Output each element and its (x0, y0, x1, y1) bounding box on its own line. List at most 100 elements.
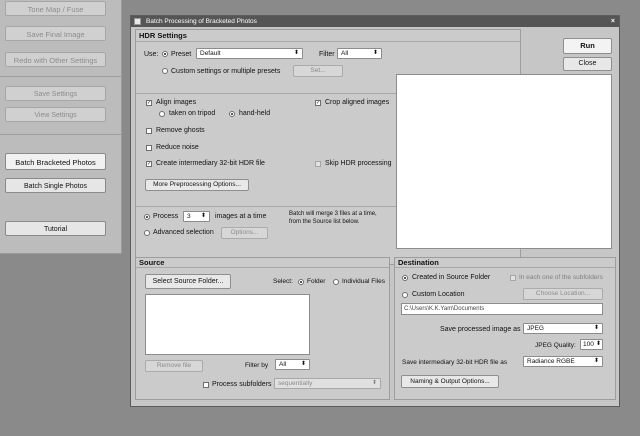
set-button[interactable]: Set... (293, 65, 343, 77)
create-32bit-label: Create intermediary 32-bit HDR file (156, 160, 265, 167)
taken-on-tripod-label: taken on tripod (169, 110, 216, 117)
folder-radio[interactable] (298, 279, 304, 285)
save-final-image-button[interactable]: Save Final Image (5, 26, 106, 41)
dialog-title: Batch Processing of Bracketed Photos (146, 18, 257, 25)
destination-path-field[interactable]: C:\Users\K.K.Yam\Documents (401, 303, 603, 315)
more-preprocessing-button[interactable]: More Preprocessing Options... (145, 179, 249, 191)
left-panel: Tone Map / Fuse Save Final Image Redo wi… (0, 0, 122, 254)
jpeg-quality-label: JPEG Quality: (535, 342, 576, 349)
jpeg-quality-value: 100 (583, 341, 594, 348)
advanced-selection-label: Advanced selection (153, 229, 214, 236)
crop-aligned-label: Crop aligned images (325, 99, 390, 106)
hand-held-label: hand-held (239, 110, 271, 117)
source-section: Source Select Source Folder... Select: F… (135, 257, 390, 400)
select-arrows-icon: ⬍ (372, 50, 378, 56)
select-arrows-icon: ⬍ (293, 50, 299, 56)
select-label: Select: (273, 278, 293, 285)
close-button[interactable]: Close (563, 57, 612, 71)
destination-heading: Destination (398, 258, 439, 267)
save-processed-select[interactable]: JPEG ⬍ (523, 323, 603, 334)
save-processed-value: JPEG (527, 325, 544, 332)
reduce-noise-label: Reduce noise (156, 144, 199, 151)
divider (136, 41, 520, 42)
filter-value: All (341, 50, 349, 57)
process-count-select[interactable]: 3 ⬍ (183, 211, 210, 222)
tone-map-fuse-button[interactable]: Tone Map / Fuse (5, 1, 106, 16)
hand-held-radio[interactable] (229, 111, 235, 117)
select-arrows-icon: ⬍ (300, 361, 306, 367)
redo-other-settings-button[interactable]: Redo with Other Settings (5, 52, 106, 67)
filter-select[interactable]: All ⬍ (337, 48, 382, 59)
create-32bit-checkbox[interactable]: ✓ (146, 161, 152, 167)
select-arrows-icon: ⬍ (200, 213, 206, 219)
batch-dialog: Batch Processing of Bracketed Photos × H… (130, 15, 620, 407)
filter-by-value: All (279, 361, 287, 368)
select-arrows-icon: ⬍ (371, 380, 377, 386)
preset-value: Default (200, 50, 221, 57)
remove-ghosts-checkbox[interactable] (146, 128, 152, 134)
save-intermediary-label: Save intermediary 32-bit HDR file as (402, 359, 508, 366)
in-each-subfolder-label: In each one of the subfolders (519, 274, 603, 281)
created-in-source-radio[interactable] (402, 275, 408, 281)
filter-by-label: Filter by (245, 362, 269, 369)
batch-single-photos-button[interactable]: Batch Single Photos (5, 178, 106, 193)
subfolder-mode-select[interactable]: sequentially ⬍ (274, 378, 381, 389)
process-subfolders-checkbox[interactable] (203, 382, 209, 388)
view-settings-button[interactable]: View Settings (5, 107, 106, 122)
divider (395, 267, 615, 268)
remove-file-button[interactable]: Remove file (145, 360, 203, 372)
destination-section: Destination Created in Source Folder In … (394, 257, 616, 400)
jpeg-quality-stepper[interactable]: 100 ⬍ (580, 339, 603, 350)
save-settings-button[interactable]: Save Settings (5, 86, 106, 101)
app-icon (134, 18, 141, 25)
reduce-noise-checkbox[interactable] (146, 145, 152, 151)
tutorial-button[interactable]: Tutorial (5, 221, 106, 236)
choose-location-button[interactable]: Choose Location... (523, 288, 603, 300)
images-at-a-time-label: images at a time (215, 213, 267, 220)
select-arrows-icon: ⬍ (593, 358, 599, 364)
options-button[interactable]: Options... (221, 227, 268, 239)
taken-on-tripod-radio[interactable] (159, 111, 165, 117)
merge-note-line2: from the Source list below. (289, 219, 360, 225)
individual-files-radio[interactable] (333, 279, 339, 285)
run-button[interactable]: Run (563, 38, 612, 54)
crop-aligned-checkbox[interactable]: ✓ (315, 100, 321, 106)
source-file-list[interactable] (145, 294, 310, 355)
advanced-selection-radio[interactable] (144, 230, 150, 236)
process-subfolders-label: Process subfolders (212, 381, 272, 388)
dialog-titlebar: Batch Processing of Bracketed Photos × (131, 16, 619, 27)
preset-label: Preset (171, 51, 192, 58)
divider (0, 134, 121, 135)
select-arrows-icon: ⬍ (593, 325, 599, 331)
custom-settings-radio[interactable] (162, 68, 168, 74)
use-label: Use: (144, 51, 159, 58)
save-intermediary-select[interactable]: Radiance RGBE ⬍ (523, 356, 603, 367)
created-in-source-label: Created in Source Folder (412, 274, 491, 281)
individual-files-label: Individual Files (342, 278, 385, 285)
remove-ghosts-label: Remove ghosts (156, 127, 205, 134)
in-each-subfolder-checkbox[interactable] (510, 275, 516, 281)
close-icon[interactable]: × (611, 16, 615, 27)
preview-area (396, 74, 612, 249)
align-images-checkbox[interactable]: ✓ (146, 100, 152, 106)
preset-radio[interactable] (162, 51, 168, 57)
filter-label: Filter (319, 51, 335, 58)
select-source-folder-button[interactable]: Select Source Folder... (145, 274, 231, 289)
custom-location-label: Custom Location (412, 291, 465, 298)
skip-hdr-label: Skip HDR processing (325, 160, 392, 167)
save-intermediary-value: Radiance RGBE (527, 358, 575, 365)
source-heading: Source (139, 258, 165, 267)
process-radio[interactable] (144, 214, 150, 220)
preset-select[interactable]: Default ⬍ (196, 48, 303, 59)
batch-bracketed-photos-button[interactable]: Batch Bracketed Photos (5, 153, 106, 170)
custom-location-radio[interactable] (402, 292, 408, 298)
divider (136, 267, 389, 268)
process-label: Process (153, 213, 179, 220)
merge-note-line1: Batch will merge 3 files at a time, (289, 211, 377, 217)
naming-output-button[interactable]: Naming & Output Options... (401, 375, 499, 388)
skip-hdr-checkbox[interactable] (315, 161, 321, 167)
process-count-value: 3 (187, 213, 191, 220)
filter-by-select[interactable]: All ⬍ (275, 359, 310, 370)
divider (0, 76, 121, 77)
subfolder-mode-value: sequentially (278, 380, 313, 387)
